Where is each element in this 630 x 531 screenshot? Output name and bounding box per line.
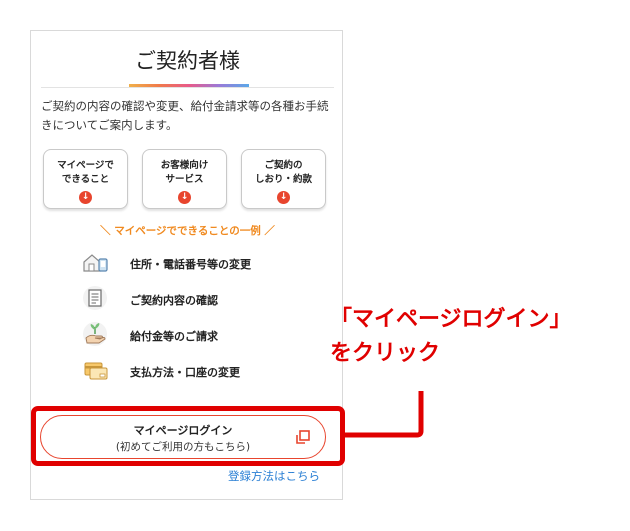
house-phone-icon	[83, 254, 108, 272]
card-label: ご契約の しおり・約款	[254, 160, 312, 185]
arrow-down-icon: ↓	[79, 191, 92, 204]
annotation-line2: をクリック	[330, 341, 441, 366]
quick-links: マイページで できること ↓ お客様向け サービス ↓ ご契約の しおり・約款 …	[43, 149, 335, 209]
card-label: お客様向け サービス	[160, 160, 209, 185]
hand-plant-icon	[83, 322, 107, 346]
card-contract-terms[interactable]: ご契約の しおり・約款 ↓	[241, 149, 326, 209]
examples-heading: ＼ マイページでできることの一例 ／	[100, 225, 275, 237]
annotation-line1: 「マイページログイン」	[330, 307, 572, 332]
register-guide-link[interactable]: 登録方法はこちら	[228, 468, 320, 484]
card-icon	[84, 362, 108, 380]
arrow-down-icon: ↓	[178, 191, 191, 204]
card-mypage-features[interactable]: マイページで できること ↓	[43, 149, 128, 209]
feature-label: ご契約内容の確認	[130, 294, 218, 307]
title-underline	[129, 84, 249, 87]
document-icon	[83, 286, 107, 310]
feature-label: 支払方法・口座の変更	[130, 366, 240, 379]
list-item: 給付金等のご請求	[81, 321, 331, 349]
card-customer-services[interactable]: お客様向け サービス ↓	[142, 149, 227, 209]
annotation-highlight-box	[31, 406, 345, 466]
intro-text: ご契約の内容の確認や変更、給付金請求等の各種お手続きについてご案内します。	[41, 99, 329, 132]
list-item: 支払方法・口座の変更	[81, 357, 331, 385]
panel-title: ご契約者様	[135, 49, 240, 73]
feature-label: 住所・電話番号等の変更	[130, 258, 251, 271]
card-label: マイページで できること	[57, 160, 114, 185]
list-item: ご契約内容の確認	[81, 285, 331, 313]
feature-label: 給付金等のご請求	[130, 330, 218, 343]
list-item: 住所・電話番号等の変更	[81, 249, 331, 277]
annotation-connector	[345, 391, 424, 438]
annotation-callout: 「マイページログイン」 をクリック	[330, 303, 572, 371]
arrow-down-icon: ↓	[277, 191, 290, 204]
title-divider	[41, 87, 334, 88]
